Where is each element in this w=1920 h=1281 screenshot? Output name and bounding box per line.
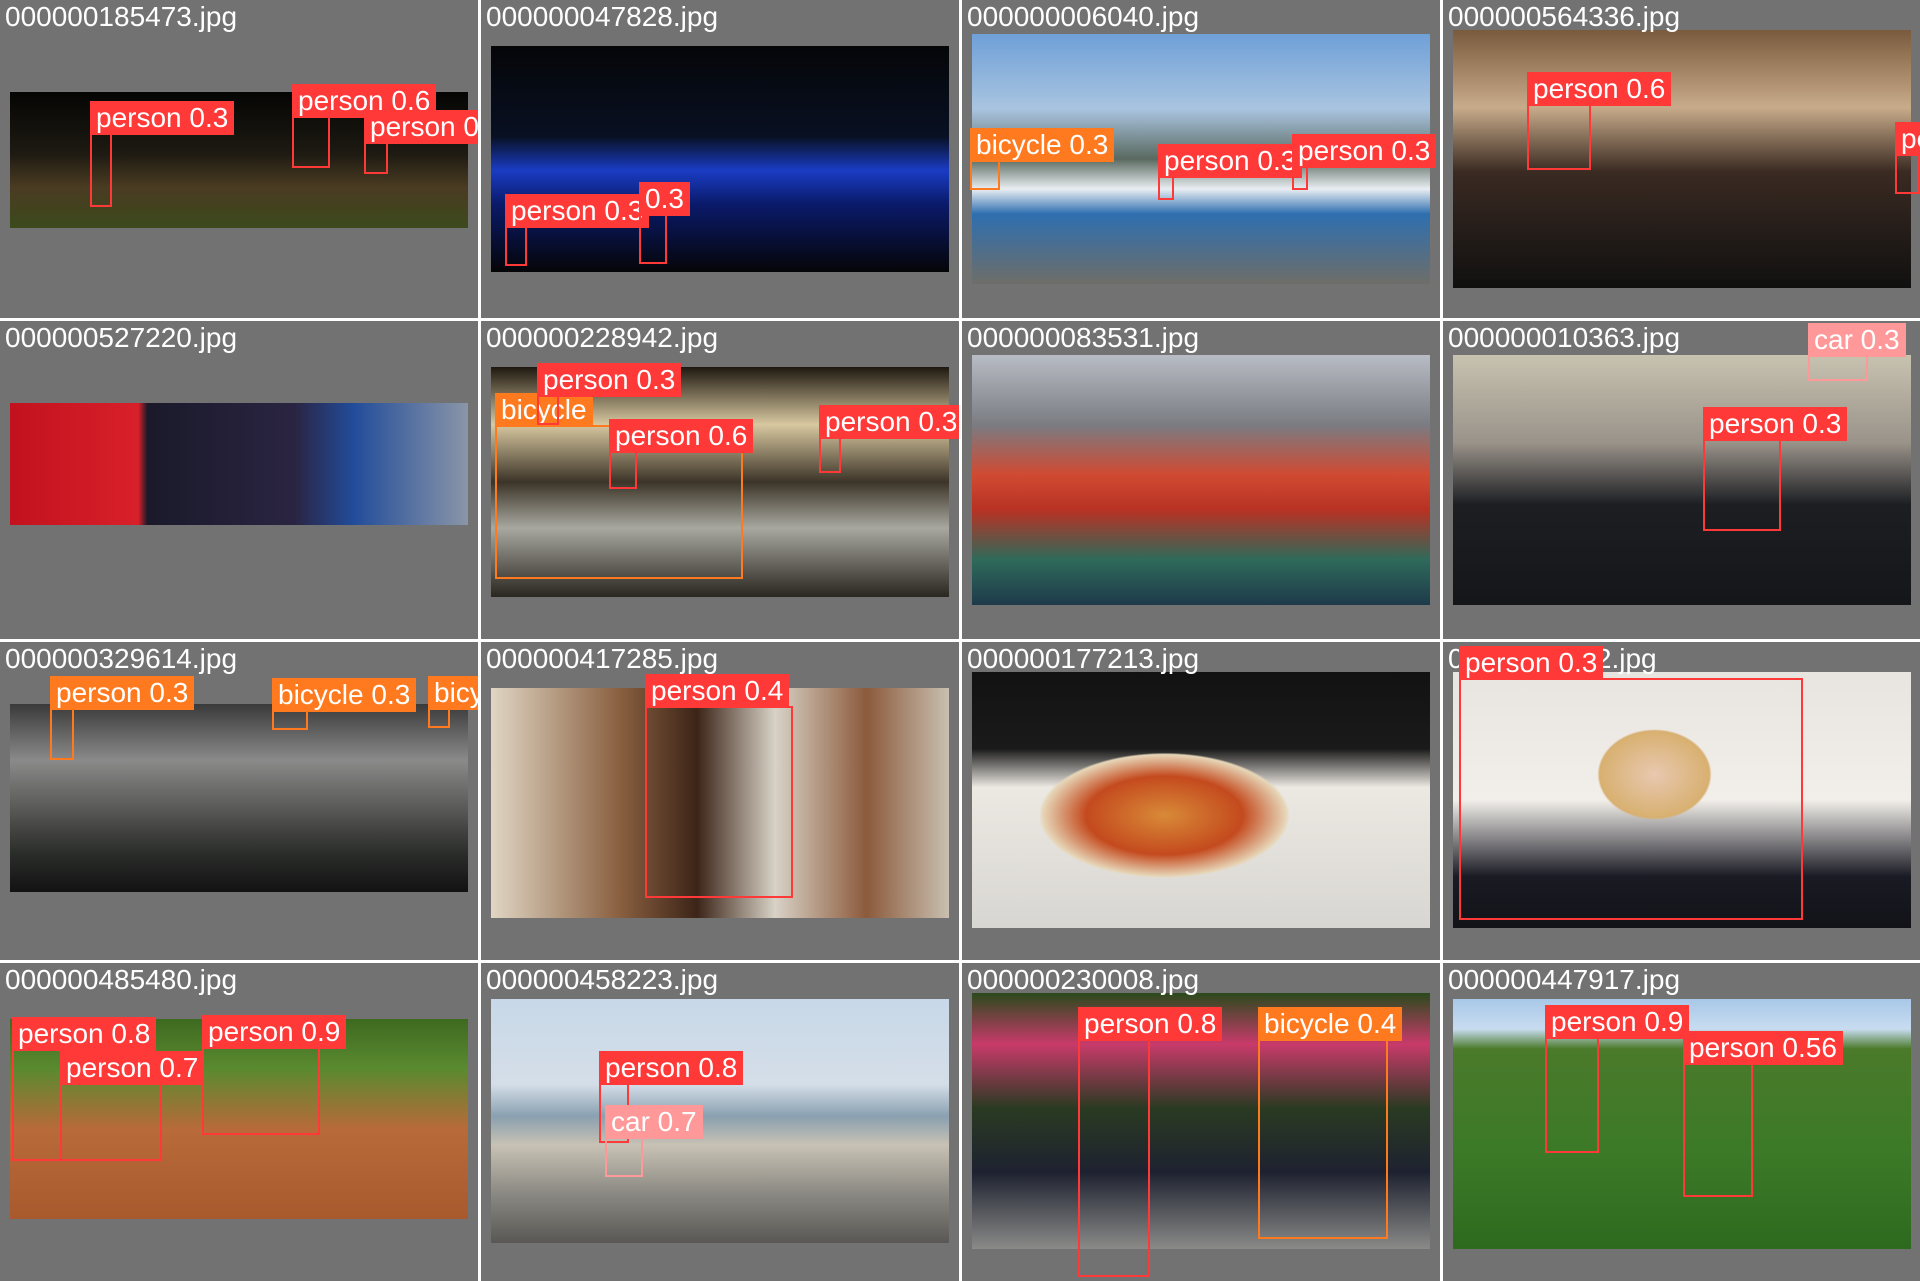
photo [10, 403, 468, 525]
filename: 000000047828.jpg [486, 1, 719, 32]
tile-7: 000000010363.jpg car 0.3 person 0.3 [1443, 321, 1920, 639]
tile-11: 000000...592.jpg person 0.3 [1443, 642, 1920, 960]
detection-box: bicycle 0.3 [272, 678, 417, 730]
filename: 000000458223.jpg [486, 964, 719, 995]
detection-box: person 0.56 [1683, 1031, 1843, 1197]
detection-label: person 0.4 [645, 674, 790, 708]
filename: 000000527220.jpg [5, 322, 238, 353]
filename: 000000417285.jpg [486, 643, 719, 674]
detection-label: person 0.4 [364, 110, 478, 144]
filename: 000000329614.jpg [5, 643, 238, 674]
filename: 000000485480.jpg [5, 964, 238, 995]
detection-box: person 0.4 [364, 110, 478, 174]
filename: 000000564336.jpg [1448, 1, 1681, 32]
detection-box: bicycle 0.4 [1258, 1007, 1403, 1239]
detection-label: person 0.6 [1527, 72, 1672, 106]
detection-label: person 0.3 [90, 101, 235, 135]
detection-label: bicycle 0.3 [272, 678, 417, 712]
filename: 000000230008.jpg [967, 964, 1200, 995]
detection-label: bicycle 0.3 [428, 676, 478, 710]
filename: 000000447917.jpg [1448, 964, 1681, 995]
filename: 000000006040.jpg [967, 1, 1200, 32]
detection-label: person 0.3 [1158, 144, 1303, 178]
detection-box: person 0.3 [1703, 407, 1848, 531]
photo [1453, 355, 1911, 605]
tile-8: 000000329614.jpg person 0.3 bicycle 0.3 … [0, 642, 478, 960]
detection-box: person 0.6 [609, 419, 754, 489]
detection-box: person 0.6 [292, 84, 437, 168]
detection-box: person 0.4 [645, 674, 793, 898]
detection-box: person 0.3 [50, 676, 195, 760]
tile-5: 000000228942.jpg bicycle person 0.3 pers… [481, 321, 959, 639]
detection-box: bicycle 0.3 [970, 128, 1115, 190]
filename: 000000177213.jpg [967, 643, 1200, 674]
detection-box: person 0.3 [819, 405, 959, 473]
detection-label: person 0.8 [12, 1017, 157, 1051]
tile-12: 000000485480.jpg person 0.8 person 0.7 p… [0, 963, 478, 1281]
photo [491, 999, 949, 1243]
detection-box: person 0.3 [537, 363, 682, 425]
photo [972, 355, 1430, 605]
photo [1453, 30, 1911, 288]
detection-label: person 0.8 [599, 1051, 744, 1085]
detection-label: person 0.3 [819, 405, 959, 439]
tile-15: 000000447917.jpg person 0.9 person 0.56 [1443, 963, 1920, 1281]
filename: 000000185473.jpg [5, 1, 238, 32]
detection-label: person 0.3 [50, 676, 195, 710]
tile-14: 000000230008.jpg person 0.8 bicycle 0.4 [962, 963, 1440, 1281]
detection-box: person 0.7 [60, 1051, 205, 1161]
detection-label: person 0.3 [1703, 407, 1848, 441]
detection-box: person 0.6 [1527, 72, 1672, 170]
tile-10: 000000177213.jpg [962, 642, 1440, 960]
tile-3: 000000564336.jpg person 0.6 pe [1443, 0, 1920, 318]
tile-0: 000000185473.jpg person 0.3 person 0.6 p… [0, 0, 478, 318]
detection-label: car 0.3 [1808, 323, 1906, 357]
detection-box: car 0.7 [605, 1105, 703, 1177]
detection-label: person 0.3 [505, 194, 650, 228]
detection-box: person 0.3 [90, 101, 235, 207]
filename: 000000083531.jpg [967, 322, 1200, 353]
tile-13: 000000458223.jpg person 0.8 car 0.7 [481, 963, 959, 1281]
filename: 000000010363.jpg [1448, 322, 1681, 353]
tile-6: 000000083531.jpg [962, 321, 1440, 639]
tile-4: 000000527220.jpg [0, 321, 478, 639]
detection-label: person 0.9 [202, 1015, 347, 1049]
detection-label: car 0.7 [605, 1105, 703, 1139]
tile-2: 000000006040.jpg bicycle 0.3 person 0.3 … [962, 0, 1440, 318]
detection-label: person 0.3 [1292, 134, 1437, 168]
detection-box: car 0.3 [1808, 323, 1906, 381]
detection-label: person 0.9 [1545, 1005, 1690, 1039]
detection-label: pe [1895, 122, 1920, 156]
detection-label: person 0.7 [60, 1051, 205, 1085]
detection-box: pe [1895, 122, 1920, 194]
detection-box: person 0.8 [1078, 1007, 1223, 1277]
detection-label: 0.3 [639, 182, 690, 216]
detection-label: person 0.56 [1683, 1031, 1843, 1065]
photo [972, 672, 1430, 928]
detection-label: person 0.6 [609, 419, 754, 453]
detection-box: person 0.3 [505, 194, 650, 266]
detection-box: person 0.3 [1459, 646, 1803, 920]
detection-label: bicycle 0.3 [970, 128, 1115, 162]
detection-label: person 0.3 [537, 363, 682, 397]
detection-box: 0.3 [639, 182, 690, 264]
detection-box: bicycle 0.3 [428, 676, 478, 728]
detection-label: bicycle 0.4 [1258, 1007, 1403, 1041]
detection-label: person 0.8 [1078, 1007, 1223, 1041]
detection-box: person 0.9 [202, 1015, 347, 1135]
tile-1: 000000047828.jpg person 0.3 0.3 [481, 0, 959, 318]
tile-9: 000000417285.jpg person 0.4 [481, 642, 959, 960]
detection-box: person 0.3 [1292, 134, 1437, 190]
filename: 000000228942.jpg [486, 322, 719, 353]
photo [10, 704, 468, 892]
detection-box: person 0.9 [1545, 1005, 1690, 1153]
detection-box: person 0.8 [12, 1017, 157, 1161]
detection-box: person 0.3 [1158, 144, 1303, 200]
detection-label: person 0.3 [1459, 646, 1604, 680]
photo [491, 46, 949, 272]
